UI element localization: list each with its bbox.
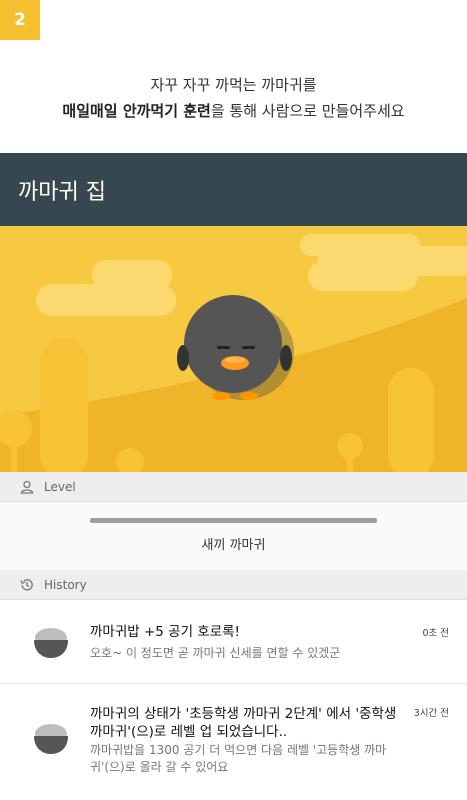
history-item[interactable]: 까마귀밥 +5 공기 호로록! 오호~ 이 정도면 곧 까마귀 신세를 면할 수… xyxy=(0,601,467,684)
history-item[interactable]: 까마귀의 상태가 '초등학생 까마귀 2단계' 에서 '중학생 까마귀'(으)로… xyxy=(0,685,467,800)
tagline-bold: 매일매일 안까먹기 훈련 xyxy=(62,102,211,120)
history-body-line2: 귀'(으)로 올라 갈 수 있어요 xyxy=(90,760,229,774)
history-body: 오호~ 이 정도면 곧 까마귀 신세를 면할 수 있겠군 xyxy=(90,646,341,660)
level-progress-bar xyxy=(90,518,377,523)
history-body-line1: 까마귀밥을 1300 공기 더 먹으면 다음 레벨 '고등학생 까마 xyxy=(90,743,387,757)
app-title: 까마귀 집 xyxy=(18,179,106,205)
history-time: 3시간 전 xyxy=(413,708,449,719)
history-title: 까마귀밥 +5 공기 호로록! xyxy=(90,624,240,640)
tagline-rest: 을 통해 사람으로 만들어주세요 xyxy=(210,102,405,120)
rice-bowl-icon xyxy=(34,628,68,658)
app-bar: 까마귀 집 xyxy=(0,153,467,226)
crow-scene xyxy=(0,226,467,472)
tagline-line2: 매일매일 안까먹기 훈련을 통해 사람으로 만들어주세요 xyxy=(0,98,467,124)
crow-scene-illustration xyxy=(0,226,467,472)
history-header-label: History xyxy=(44,577,87,592)
level-name: 새끼 까마귀 xyxy=(201,538,266,553)
tagline-line1: 자꾸 자꾸 까먹는 까마귀를 xyxy=(150,76,317,94)
history-title-line2: 까마귀'(으)로 레벨 업 되었습니다.. xyxy=(90,724,288,740)
history-icon xyxy=(20,578,33,590)
level-progress-fill xyxy=(90,518,377,523)
history-header: History xyxy=(0,570,467,600)
rice-bowl-icon xyxy=(34,724,68,754)
step-badge: 2 xyxy=(0,0,40,40)
history-title-line1: 까마귀의 상태가 '초등학생 까마귀 2단계' 에서 '중학생 xyxy=(90,706,397,722)
person-icon xyxy=(20,480,34,494)
level-header: Level xyxy=(0,472,467,502)
history-time: 0초 전 xyxy=(422,628,449,639)
level-panel: 새끼 까마귀 xyxy=(0,502,467,570)
tagline: 자꾸 자꾸 까먹는 까마귀를 매일매일 안까먹기 훈련을 통해 사람으로 만들어… xyxy=(0,72,467,124)
level-header-label: Level xyxy=(44,479,76,494)
